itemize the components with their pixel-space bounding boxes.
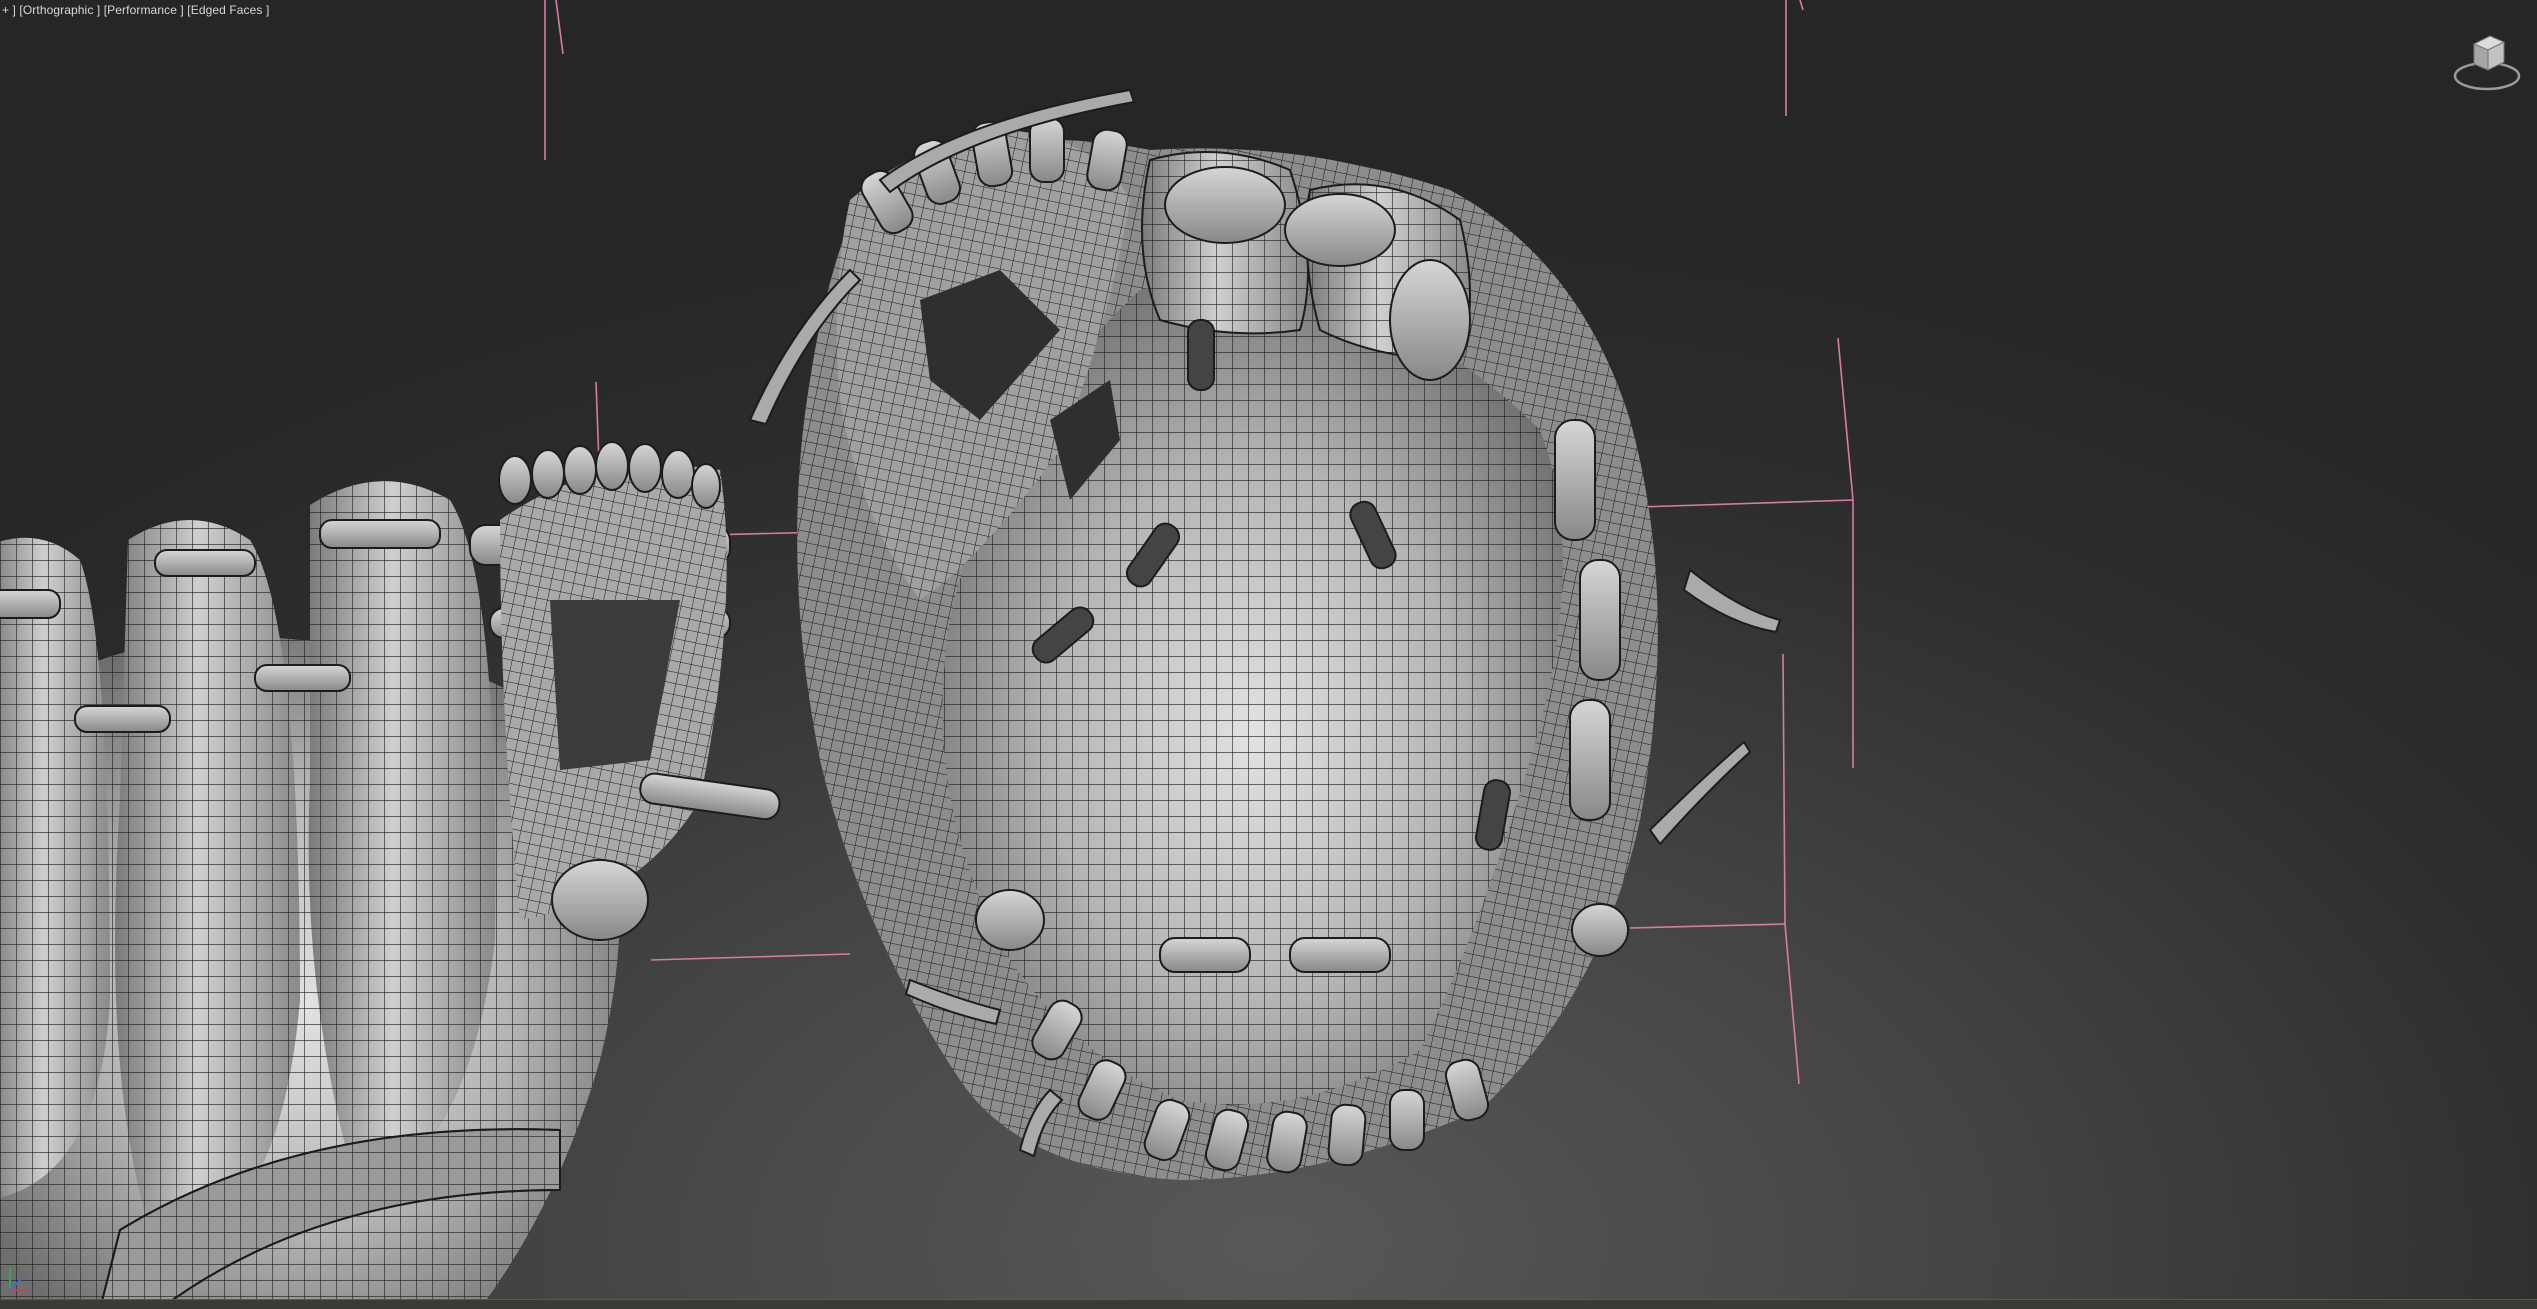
glove-back-mesh[interactable] (0, 441, 781, 1309)
glove-pocket-mesh[interactable] (748, 88, 1782, 1180)
view-mode-menu[interactable]: [Orthographic ] (19, 3, 100, 17)
viewport-menu-plus[interactable]: + ] (2, 3, 16, 17)
viewport-scene[interactable] (0, 0, 2537, 1309)
viewport-label: + ] [Orthographic ] [Performance ] [Edge… (2, 3, 269, 17)
viewport-bottom-edge (0, 1299, 2537, 1309)
viewcube-icon[interactable] (2452, 26, 2522, 96)
perspective-viewport[interactable]: + ] [Orthographic ] [Performance ] [Edge… (0, 0, 2537, 1309)
shading-mode-menu[interactable]: [Edged Faces ] (187, 3, 269, 17)
performance-mode-menu[interactable]: [Performance ] (104, 3, 184, 17)
glove-back-web (498, 441, 781, 941)
